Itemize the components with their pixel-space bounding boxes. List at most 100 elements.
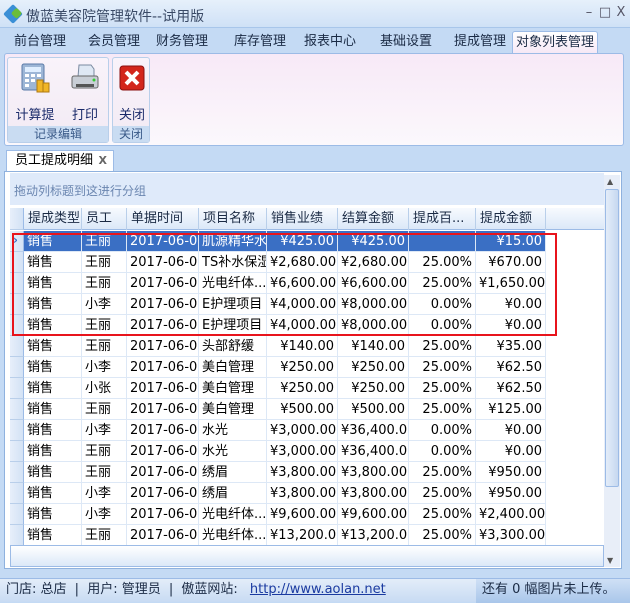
status-bar: 门店: 总店 | 用户: 管理员 | 傲蓝网站: http://www.aola… <box>0 578 630 603</box>
table-cell: ¥500.00 <box>267 399 338 420</box>
group-by-panel[interactable]: 拖动列标题到这进行分组 <box>10 173 604 205</box>
table-row[interactable]: 销售 王丽 2017-06-01 水光 ¥3,000.00 ¥36,400.00 0.00%… <box>10 441 604 462</box>
commission-grid: 拖动列标题到这进行分组 提成类型 员工 单据时间 项目名称 销售业绩 结算金额 提成百...… <box>4 171 622 569</box>
scroll-up-icon[interactable]: ▲ <box>607 177 613 186</box>
status-user: 用户: 管理员 <box>87 582 161 597</box>
column-header[interactable]: 单据时间 <box>127 208 199 230</box>
site-link[interactable]: http://www.aolan.net <box>250 582 386 597</box>
table-cell: ¥9,600.00 <box>267 504 338 525</box>
table-cell: 销售 <box>24 420 82 441</box>
row-indicator[interactable] <box>10 441 24 462</box>
table-cell: 水光 <box>199 441 267 462</box>
close-button[interactable]: 关闭 <box>107 62 157 123</box>
scroll-thumb[interactable] <box>605 189 619 487</box>
table-cell: ¥36,400.00 <box>338 420 409 441</box>
table-row[interactable]: 销售 小李 2017-06-01 水光 ¥3,000.00 ¥36,400.00 0.00%… <box>10 420 604 441</box>
row-indicator[interactable] <box>10 462 24 483</box>
table-cell: ¥3,800.00 <box>267 462 338 483</box>
column-header[interactable]: 员工 <box>82 208 127 230</box>
table-cell: 2017-06-01 <box>127 441 199 462</box>
menu-tabs: 前台管理 会员管理 财务管理 库存管理 报表中心 基础设置 提成管理 对象列表管理 <box>0 29 630 53</box>
table-cell: ¥500.00 <box>338 399 409 420</box>
table-row[interactable]: 销售 王丽 2017-06-01 美白管理 ¥500.00 ¥500.00 25.00% ¥1… <box>10 399 604 420</box>
table-cell: 25.00% <box>409 504 476 525</box>
close-window-button[interactable]: X <box>612 5 630 21</box>
table-cell: 25.00% <box>409 357 476 378</box>
vertical-scrollbar[interactable]: ▲ ▼ <box>604 175 620 567</box>
table-cell: 2017-06-01 <box>127 420 199 441</box>
table-row[interactable]: 销售 王丽 2017-06-01 绣眉 ¥3,800.00 ¥3,800.00 25.00%… <box>10 462 604 483</box>
table-cell: ¥250.00 <box>338 378 409 399</box>
scroll-down-icon[interactable]: ▼ <box>607 556 613 565</box>
table-cell: ¥13,200.00 <box>338 525 409 546</box>
tab-6[interactable]: 提成管理 <box>446 31 514 53</box>
print-label: 打印 <box>71 108 98 123</box>
table-cell: 销售 <box>24 462 82 483</box>
table-cell: 美白管理 <box>199 357 267 378</box>
table-cell: 销售 <box>24 336 82 357</box>
column-header[interactable]: 结算金额 <box>338 208 409 230</box>
print-button[interactable]: 打印 <box>62 62 108 123</box>
table-row[interactable]: 销售 小李 2017-06-01 绣眉 ¥3,800.00 ¥3,800.00 25.00%… <box>10 483 604 504</box>
column-header[interactable]: 提成金额 <box>476 208 546 230</box>
table-cell: 销售 <box>24 504 82 525</box>
tab-7[interactable]: 对象列表管理 <box>512 31 598 53</box>
tab-5[interactable]: 基础设置 <box>372 31 440 53</box>
table-cell: 2017-06-01 <box>127 336 199 357</box>
table-cell: 小李 <box>82 357 127 378</box>
table-cell: ¥3,300.00 <box>476 525 546 546</box>
table-cell: 销售 <box>24 525 82 546</box>
column-header[interactable]: 销售业绩 <box>267 208 338 230</box>
table-cell: ¥3,000.00 <box>267 441 338 462</box>
doc-tab-employee-commission[interactable]: 员工提成明细 X <box>6 150 114 172</box>
table-cell: 25.00% <box>409 483 476 504</box>
table-cell: ¥62.50 <box>476 357 546 378</box>
table-row[interactable]: 销售 王丽 2017-06-01 头部舒缓 ¥140.00 ¥140.00 25.00% ¥3… <box>10 336 604 357</box>
row-indicator[interactable] <box>10 525 24 546</box>
tab-1[interactable]: 会员管理 <box>78 31 150 53</box>
row-indicator[interactable] <box>10 357 24 378</box>
column-header[interactable]: 项目名称 <box>199 208 267 230</box>
tab-0[interactable]: 前台管理 <box>4 31 76 53</box>
app-logo-icon <box>3 4 23 24</box>
row-indicator[interactable] <box>10 378 24 399</box>
table-row[interactable]: 销售 小李 2017-06-01 美白管理 ¥250.00 ¥250.00 25.00% ¥6… <box>10 357 604 378</box>
table-cell: ¥3,800.00 <box>338 462 409 483</box>
row-indicator[interactable] <box>10 399 24 420</box>
table-row[interactable]: 销售 小张 2017-06-01 美白管理 ¥250.00 ¥250.00 25.00% ¥6… <box>10 378 604 399</box>
doc-tab-close-icon[interactable]: X <box>99 151 107 171</box>
table-cell: 小李 <box>82 504 127 525</box>
table-cell: 销售 <box>24 378 82 399</box>
column-header[interactable]: 提成百... <box>409 208 476 230</box>
row-indicator[interactable] <box>10 336 24 357</box>
row-indicator[interactable] <box>10 420 24 441</box>
table-cell: ¥250.00 <box>267 378 338 399</box>
table-cell: 王丽 <box>82 525 127 546</box>
table-cell: 销售 <box>24 441 82 462</box>
table-cell: 光电纤体... <box>199 504 267 525</box>
table-cell: ¥3,800.00 <box>267 483 338 504</box>
table-cell: ¥2,400.00 <box>476 504 546 525</box>
table-cell: 25.00% <box>409 462 476 483</box>
row-indicator[interactable] <box>10 504 24 525</box>
table-cell: 2017-06-01 <box>127 462 199 483</box>
table-row[interactable]: 销售 王丽 2017-06-01 光电纤体... ¥13,200.00 ¥13,200.0… <box>10 525 604 546</box>
tab-3[interactable]: 库存管理 <box>224 31 296 53</box>
table-cell: 2017-06-01 <box>127 378 199 399</box>
table-cell: 光电纤体... <box>199 525 267 546</box>
ribbon: 计算提成 打印 记录编辑 关闭 关闭 <box>4 53 624 146</box>
table-row[interactable]: 销售 小李 2017-06-01 光电纤体... ¥9,600.00 ¥9,600.00 2… <box>10 504 604 525</box>
table-cell: ¥13,200.00 <box>267 525 338 546</box>
row-indicator[interactable] <box>10 483 24 504</box>
table-cell: 销售 <box>24 483 82 504</box>
tab-2[interactable]: 财务管理 <box>146 31 218 53</box>
column-header[interactable]: 提成类型 <box>24 208 82 230</box>
table-cell: ¥140.00 <box>267 336 338 357</box>
table-cell: 王丽 <box>82 399 127 420</box>
grid-header: 提成类型 员工 单据时间 项目名称 销售业绩 结算金额 提成百... 提成金额 <box>10 208 604 230</box>
doc-tab-label: 员工提成明细 <box>15 153 94 168</box>
grid-footer <box>10 545 604 567</box>
printer-icon <box>71 64 99 89</box>
table-cell: 2017-06-01 <box>127 483 199 504</box>
tab-4[interactable]: 报表中心 <box>296 31 364 53</box>
